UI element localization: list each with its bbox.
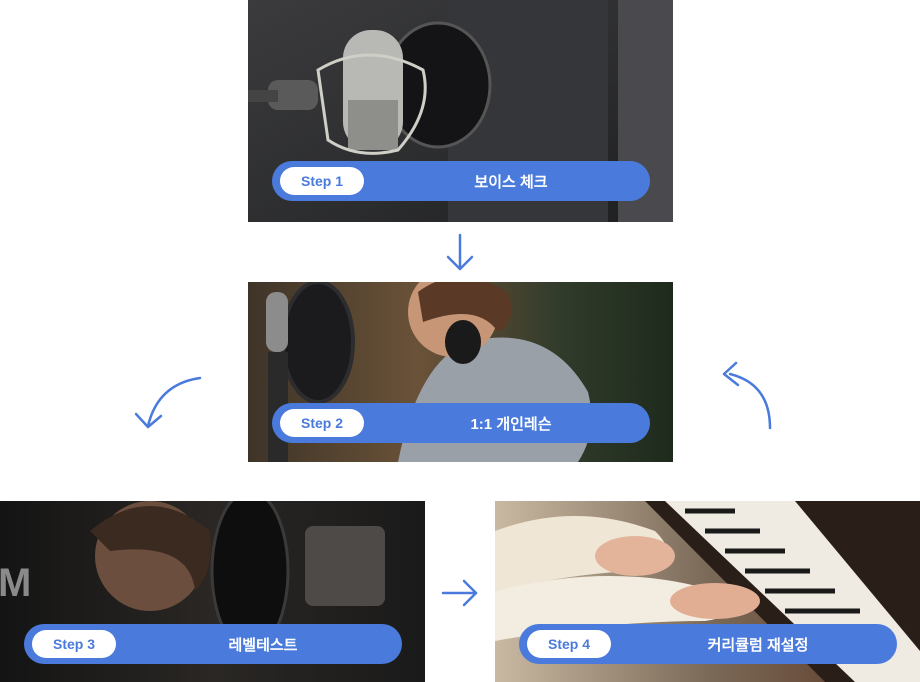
step-2-pill: Step 2 1:1 개인레슨: [272, 403, 650, 443]
arrow-curve-up-left-icon: [722, 361, 772, 430]
step-badge: Step 1: [280, 167, 364, 195]
step-label: 커리큘럼 재설정: [707, 636, 809, 654]
step-label: 레벨테스트: [228, 636, 298, 654]
arrow-curve-down-left-icon: [134, 376, 202, 429]
step-1-card: Step 1 보이스 체크: [248, 0, 673, 222]
arrow-right-icon: [441, 579, 478, 607]
step-3-pill: Step 3 레벨테스트: [24, 624, 402, 664]
step-4-card: Step 4 커리큘럼 재설정: [495, 501, 920, 682]
step-4-pill: Step 4 커리큘럼 재설정: [519, 624, 897, 664]
step-badge: Step 3: [32, 630, 116, 658]
step-2-card: Step 2 1:1 개인레슨: [248, 282, 673, 462]
step-badge: Step 4: [527, 630, 611, 658]
step-1-pill: Step 1 보이스 체크: [272, 161, 650, 201]
arrow-down-icon: [446, 233, 474, 271]
watermark-text: M: [0, 561, 33, 605]
step-label: 1:1 개인레슨: [470, 415, 552, 433]
step-badge: Step 2: [280, 409, 364, 437]
step-label: 보이스 체크: [474, 173, 548, 191]
step-3-card: M Step 3 레벨테스트: [0, 501, 425, 682]
